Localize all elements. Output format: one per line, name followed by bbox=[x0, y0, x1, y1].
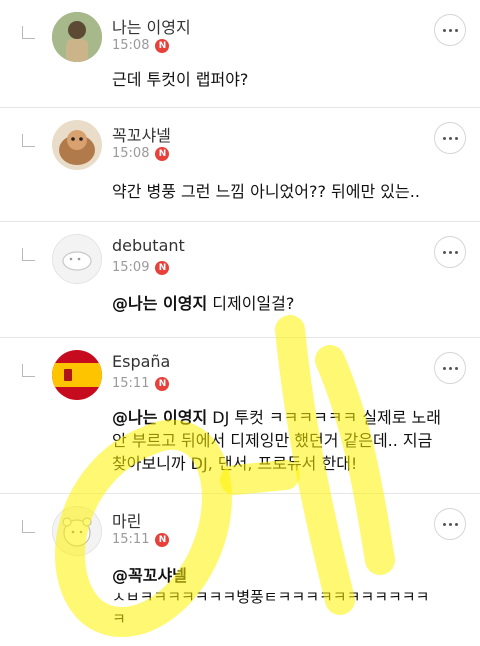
comment-meta: 15:11 N bbox=[112, 532, 170, 547]
reply-indicator-icon bbox=[22, 520, 35, 533]
mention-link[interactable]: @나는 이영지 bbox=[112, 408, 207, 427]
comment-text-content: DJ 투컷 ㅋㅋㅋㅋㅋㅋ 실제로 노래 bbox=[207, 408, 442, 427]
comment-text-line: ㅋ bbox=[112, 610, 126, 628]
more-options-button[interactable] bbox=[434, 14, 466, 46]
spain-flag-icon bbox=[52, 350, 102, 400]
comment-meta: 15:09 N bbox=[112, 260, 170, 275]
avatar[interactable] bbox=[52, 12, 102, 62]
comment-meta: 15:11 N bbox=[112, 376, 170, 391]
comment-time: 15:08 bbox=[112, 146, 150, 161]
more-options-button[interactable] bbox=[434, 122, 466, 154]
comment-item: 나는 이영지 15:08 N 근데 투컷이 랩퍼야? bbox=[0, 0, 480, 108]
comment-time: 15:09 bbox=[112, 260, 150, 275]
comment-author[interactable]: 나는 이영지 bbox=[112, 14, 191, 38]
more-options-button[interactable] bbox=[434, 236, 466, 268]
comment-author[interactable]: 꼭꼬샤넬 bbox=[112, 122, 171, 146]
comment-item: debutant 15:09 N @나는 이영지 디제이일걸? bbox=[0, 222, 480, 338]
mention-link[interactable]: @나는 이영지 bbox=[112, 294, 207, 313]
mention-link[interactable]: @꼭꼬샤넬 bbox=[112, 564, 187, 587]
comment-text-line: 안 부르고 뒤에서 디제잉만 했던거 같은데.. 지금 bbox=[112, 431, 433, 450]
reply-indicator-icon bbox=[22, 134, 35, 147]
comment-text: @나는 이영지 DJ 투컷 ㅋㅋㅋㅋㅋㅋ 실제로 노래 bbox=[112, 406, 462, 429]
comment-text: @나는 이영지 디제이일걸? bbox=[112, 292, 294, 315]
avatar[interactable] bbox=[52, 234, 102, 284]
comment-item: España 15:11 N @나는 이영지 DJ 투컷 ㅋㅋㅋㅋㅋㅋ 실제로 … bbox=[0, 338, 480, 494]
new-badge: N bbox=[155, 260, 170, 275]
comment-text: ㅅㅂㅋㅋㅋㅋㅋㅋㅋ병풍ㅌㅋㅋㅋㅋㅋㅋㅋㅋㅋㅋㅋ bbox=[112, 588, 430, 606]
avatar-photo-icon bbox=[52, 120, 102, 170]
comment-time: 15:08 bbox=[112, 38, 150, 53]
new-badge: N bbox=[155, 376, 170, 391]
comment-text: 근데 투컷이 랩퍼야? bbox=[112, 70, 249, 89]
comment-item: 꼭꼬샤넬 15:08 N 약간 병풍 그런 느낌 아니었어?? 뒤에만 있는.. bbox=[0, 108, 480, 222]
comment-author[interactable]: debutant bbox=[112, 236, 185, 255]
new-badge: N bbox=[155, 38, 170, 53]
comment-meta: 15:08 N bbox=[112, 146, 170, 161]
avatar[interactable] bbox=[52, 120, 102, 170]
comment-time: 15:11 bbox=[112, 532, 150, 547]
default-avatar-icon bbox=[53, 507, 101, 555]
new-badge: N bbox=[155, 146, 170, 161]
reply-indicator-icon bbox=[22, 364, 35, 377]
comment-author[interactable]: España bbox=[112, 352, 170, 371]
more-options-button[interactable] bbox=[434, 352, 466, 384]
default-avatar-icon bbox=[53, 235, 101, 283]
avatar-photo-icon bbox=[52, 12, 102, 62]
comment-meta: 15:08 N bbox=[112, 38, 170, 53]
avatar[interactable] bbox=[52, 350, 102, 400]
comment-item: 마린 15:11 N @꼭꼬샤넬 ㅅㅂㅋㅋㅋㅋㅋㅋㅋ병풍ㅌㅋㅋㅋㅋㅋㅋㅋㅋㅋㅋㅋ… bbox=[0, 494, 480, 646]
avatar[interactable] bbox=[52, 506, 102, 556]
new-badge: N bbox=[155, 532, 170, 547]
comment-text-line: 찾아보니까 DJ, 댄서, 프로듀서 한대! bbox=[112, 454, 358, 473]
more-options-button[interactable] bbox=[434, 508, 466, 540]
comment-author[interactable]: 마린 bbox=[112, 508, 141, 532]
comment-time: 15:11 bbox=[112, 376, 150, 391]
reply-indicator-icon bbox=[22, 248, 35, 261]
comment-text: 약간 병풍 그런 느낌 아니었어?? 뒤에만 있는.. bbox=[112, 182, 420, 201]
comment-text-content: 디제이일걸? bbox=[207, 294, 295, 313]
reply-indicator-icon bbox=[22, 26, 35, 39]
